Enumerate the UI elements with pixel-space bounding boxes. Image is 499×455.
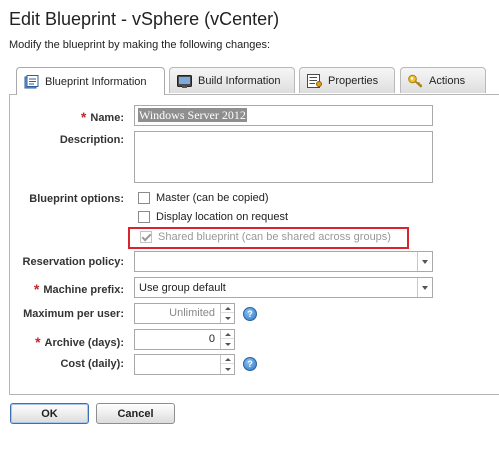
archive-days-stepper[interactable]: 0 — [134, 329, 235, 350]
tab-bar: Blueprint Information Build Information … — [16, 67, 496, 95]
properties-icon — [307, 73, 322, 88]
machine-prefix-select[interactable]: Use group default — [134, 277, 433, 298]
chevron-down-icon[interactable] — [417, 278, 432, 297]
name-input[interactable]: Windows Server 2012 — [134, 105, 433, 126]
maximum-per-user-stepper[interactable]: Unlimited — [134, 303, 235, 324]
description-textarea[interactable] — [134, 131, 433, 183]
cost-daily-label: Cost (daily): — [60, 358, 124, 370]
decrement-button[interactable] — [221, 314, 234, 323]
name-label: * Name: — [80, 109, 124, 125]
page-subtitle: Modify the blueprint by making the follo… — [9, 39, 271, 51]
reservation-policy-select[interactable] — [134, 251, 433, 272]
decrement-button[interactable] — [221, 340, 234, 349]
required-marker: * — [80, 109, 87, 125]
increment-button[interactable] — [221, 330, 234, 339]
cost-daily-stepper[interactable] — [134, 354, 235, 375]
master-option-label: Master (can be copied) — [156, 192, 269, 204]
description-label: Description: — [59, 134, 124, 146]
name-input-value: Windows Server 2012 — [138, 108, 247, 122]
ok-button[interactable]: OK — [10, 403, 89, 424]
tab-label: Blueprint Information — [45, 75, 147, 88]
chevron-down-icon[interactable] — [417, 252, 432, 271]
tab-properties[interactable]: Properties — [299, 67, 395, 93]
blueprint-info-icon — [24, 74, 39, 88]
increment-button[interactable] — [221, 304, 234, 313]
required-marker: * — [35, 334, 41, 350]
tab-label: Actions — [429, 74, 466, 87]
reservation-policy-label: Reservation policy: — [22, 256, 124, 268]
actions-key-icon — [408, 74, 423, 88]
archive-days-value: 0 — [208, 333, 215, 345]
help-icon[interactable]: ? — [243, 357, 257, 371]
machine-prefix-value: Use group default — [139, 281, 226, 294]
display-location-checkbox[interactable] — [138, 211, 150, 223]
cancel-button[interactable]: Cancel — [96, 403, 175, 424]
build-info-icon — [177, 74, 192, 88]
master-option[interactable]: Master (can be copied) — [138, 192, 269, 204]
maximum-per-user-value: Unlimited — [169, 307, 215, 319]
display-location-option-label: Display location on request — [156, 211, 289, 223]
tab-label: Build Information — [198, 74, 281, 87]
help-icon[interactable]: ? — [243, 307, 257, 321]
machine-prefix-label: * Machine prefix: — [33, 281, 124, 297]
decrement-button[interactable] — [221, 365, 234, 374]
tab-build-information[interactable]: Build Information — [169, 67, 295, 93]
tab-label: Properties — [328, 74, 379, 87]
highlight-box — [128, 227, 409, 249]
increment-button[interactable] — [221, 355, 234, 364]
display-location-option[interactable]: Display location on request — [138, 211, 288, 223]
tab-actions[interactable]: Actions — [400, 67, 486, 93]
archive-label: * Archive (days): — [35, 334, 124, 350]
maximum-per-user-label: Maximum per user: — [23, 308, 124, 320]
page-title: Edit Blueprint - vSphere (vCenter) — [9, 9, 280, 29]
master-checkbox[interactable] — [138, 192, 150, 204]
tab-blueprint-information[interactable]: Blueprint Information — [16, 67, 165, 95]
blueprint-options-label: Blueprint options: — [29, 193, 124, 205]
required-marker: * — [33, 281, 40, 297]
